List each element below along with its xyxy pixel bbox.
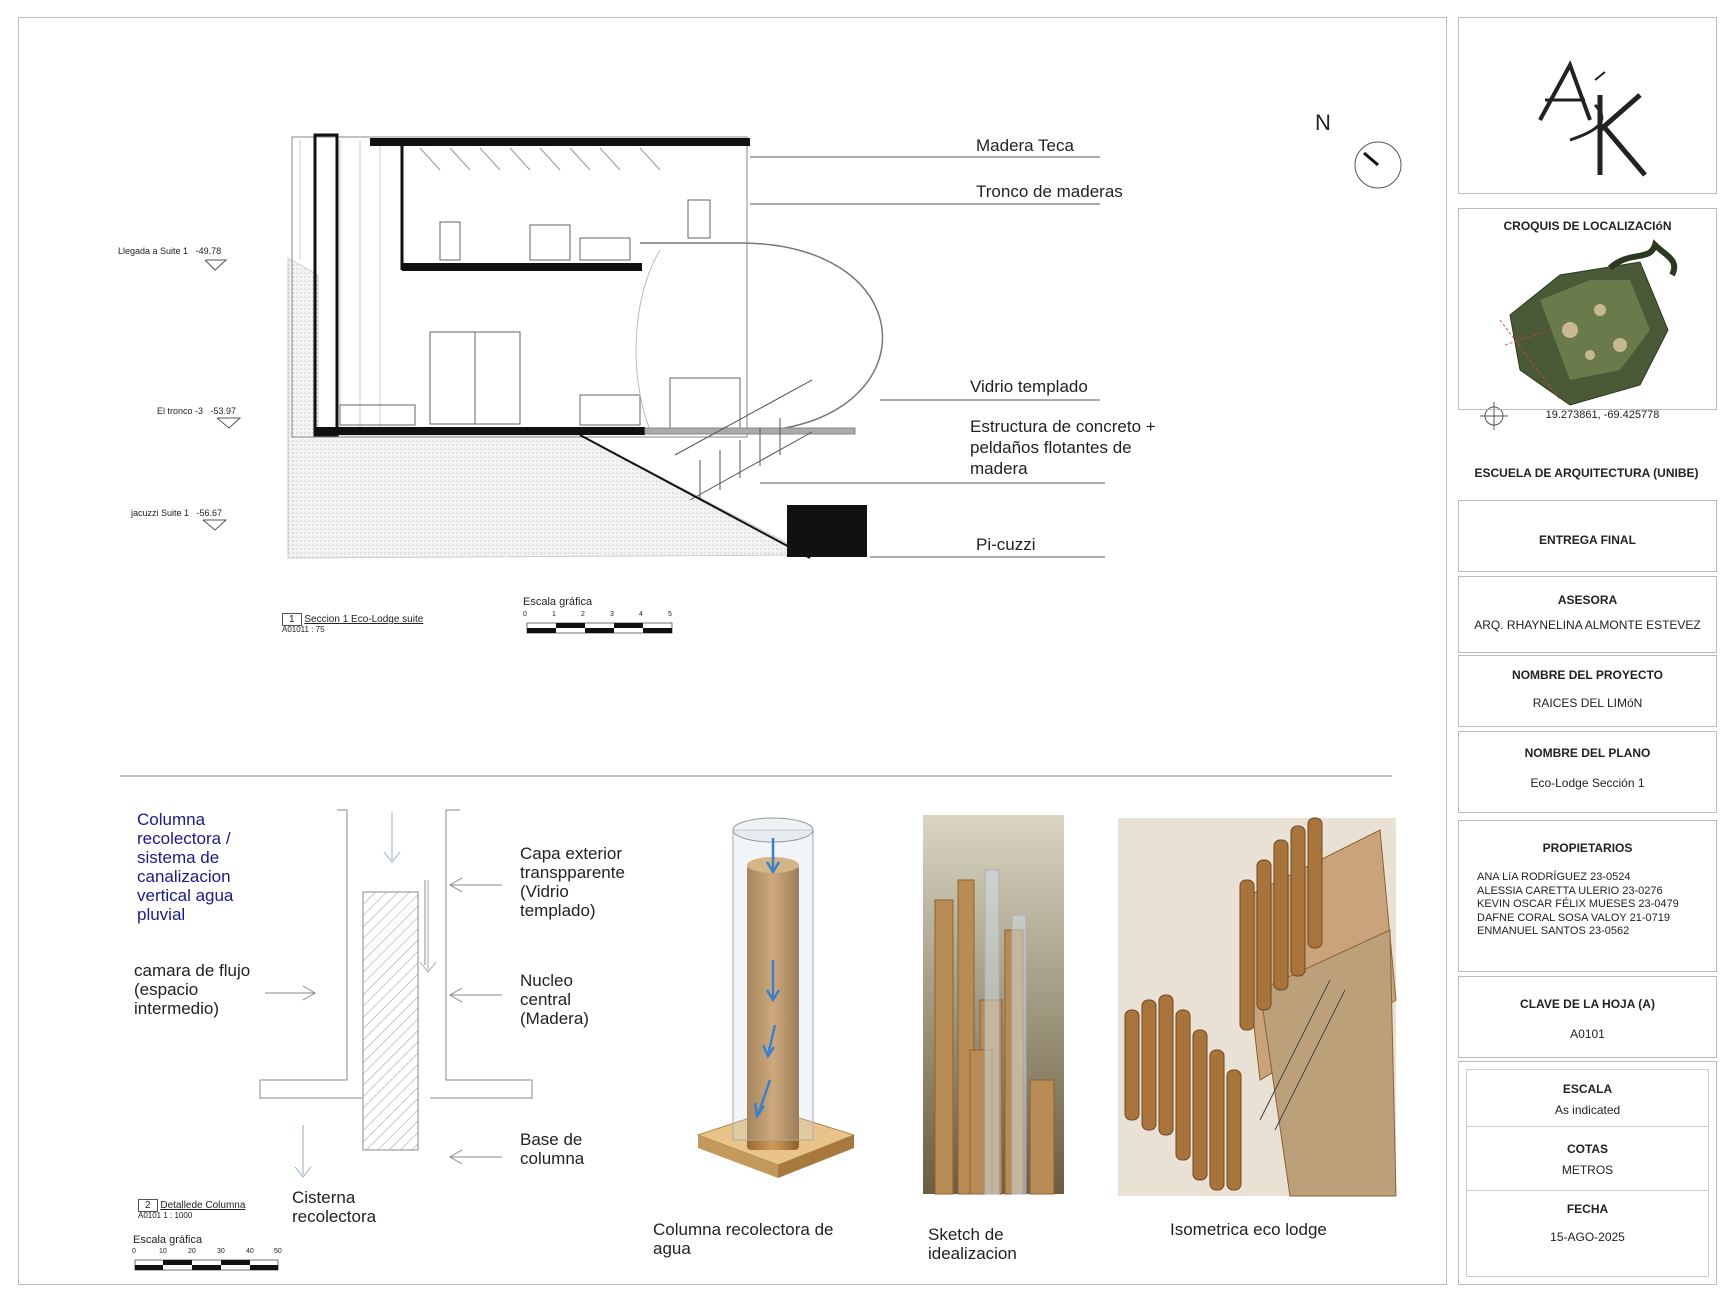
escala-head: ESCALA	[1562, 1082, 1613, 1096]
callout-picuzzi: Pi-cuzzi	[976, 535, 1036, 554]
cotas-head: COTAS	[1566, 1142, 1609, 1156]
detail-capa-label: Capa exterior transpparente (Vidrio temp…	[520, 844, 625, 920]
proyecto-box: NOMBRE DEL PROYECTO RAICES DEL LIMóN	[1458, 655, 1717, 727]
entrega-box: ENTREGA FINAL	[1458, 500, 1717, 572]
column-render-image	[696, 817, 856, 1178]
detail-scale-title: Escala gráfica	[133, 1234, 203, 1246]
proyecto-head: NOMBRE DEL PROYECTO	[1512, 668, 1663, 682]
escala-value: As indicated	[1554, 1103, 1621, 1117]
propietario-item: KEVIN OSCAR FÉLIX MUESES 23-0479	[1477, 898, 1679, 910]
detail-cisterna-label: Cisterna recolectora	[292, 1188, 377, 1226]
plano-value: Eco-Lodge Sección 1	[1530, 776, 1645, 790]
propietario-item: ANA LíA RODRÍGUEZ 23-0524	[1477, 871, 1631, 883]
level-label-llegada: Llegada a Suite 1 -49.78	[118, 246, 222, 256]
callout-vidrio: Vidrio templado	[970, 377, 1088, 396]
callout-madera-teca: Madera Teca	[976, 136, 1074, 155]
cotas-value: METROS	[1561, 1163, 1614, 1177]
level-label-tronco: El tronco -3 -53.97	[157, 406, 237, 416]
escala-outer-box: ESCALA As indicated COTAS METROS FECHA 1…	[1458, 1061, 1717, 1285]
proyecto-value: RAICES DEL LIMóN	[1532, 696, 1643, 710]
caption-columna: Columna recolectora de agua	[653, 1220, 834, 1258]
callout-tronco: Tronco de maderas	[976, 182, 1123, 201]
propietario-item: DAFNE CORAL SOSA VALOY 21-0719	[1477, 911, 1670, 924]
level-markers	[202, 259, 242, 531]
level-label-jacuzzi: jacuzzi Suite 1 -56.67	[131, 508, 223, 518]
detail-camara-label: camara de flujo (espacio intermedio)	[134, 961, 251, 1018]
school-name: ESCUELA DE ARQUITECTURA (UNIBE)	[1474, 466, 1699, 480]
clave-head: CLAVE DE LA HOJA (A)	[1520, 997, 1655, 1011]
section-scale-bar	[526, 622, 673, 634]
column-detail-drawing	[259, 809, 533, 1178]
entrega-label: ENTREGA FINAL	[1539, 533, 1636, 547]
clave-value: A0101	[1570, 1027, 1605, 1041]
caption-isometrica: Isometrica eco lodge	[1170, 1220, 1327, 1239]
propietarios-box: PROPIETARIOS ANA LíA RODRÍGUEZ 23-0524 A…	[1458, 820, 1717, 972]
propietarios-list: ANA LíA RODRÍGUEZ 23-0524 ALESSIA CARETT…	[1477, 871, 1679, 939]
ground-mass	[287, 257, 811, 559]
asesora-value: ARQ. RHAYNELINA ALMONTE ESTEVEZ	[1474, 618, 1701, 632]
north-arrow-icon	[1354, 141, 1402, 189]
detail-scale-bar	[134, 1259, 279, 1271]
croquis-box: CROQUIS DE LOCALIZACIóN 19.273861, -69.4…	[1458, 208, 1717, 421]
detail-title: Columna recolectora / sistema de canaliz…	[137, 810, 234, 924]
propietario-item: ALESSIA CARETTA ULERIO 23-0276	[1477, 884, 1663, 897]
fecha-value: 15-AGO-2025	[1550, 1230, 1625, 1244]
plano-box: NOMBRE DEL PLANO Eco-Lodge Sección 1	[1458, 731, 1717, 813]
plano-head: NOMBRE DEL PLANO	[1524, 746, 1651, 760]
callout-estructura: Estructura de concreto + peldaños flotan…	[970, 417, 1156, 478]
logo-box	[1458, 17, 1717, 194]
asesora-box: ASESORA ARQ. RHAYNELINA ALMONTE ESTEVEZ	[1458, 576, 1717, 653]
fecha-head: FECHA	[1566, 1202, 1609, 1216]
propietario-item: ENMANUEL SANTOS 23-0562	[1477, 925, 1630, 937]
isometric-image	[1118, 817, 1397, 1197]
asesora-head: ASESORA	[1557, 593, 1618, 607]
callout-leaders	[750, 156, 1105, 558]
propietarios-head: PROPIETARIOS	[1542, 841, 1633, 855]
detail-view-title: 2 Detallede Columna A0101 1 : 1000	[138, 1199, 246, 1220]
escala-inner-box: ESCALA As indicated COTAS METROS FECHA 1…	[1466, 1069, 1709, 1277]
clave-box: CLAVE DE LA HOJA (A) A0101	[1458, 976, 1717, 1058]
section-view-title: 1 Seccion 1 Eco-Lodge suite A01011 : 75	[282, 613, 424, 634]
coordinates: 19.273861, -69.425778	[1545, 409, 1660, 421]
section-scale-title: Escala gráfica	[523, 596, 593, 608]
croquis-title: CROQUIS DE LOCALIZACIóN	[1503, 219, 1672, 233]
sketch-image	[923, 815, 1064, 1195]
north-label: N	[1315, 110, 1331, 135]
detail-nucleo-label: Nucleo central (Madera)	[520, 971, 589, 1028]
caption-sketch: Sketch de idealizacion	[928, 1225, 1017, 1263]
detail-base-label: Base de columna	[520, 1130, 585, 1168]
